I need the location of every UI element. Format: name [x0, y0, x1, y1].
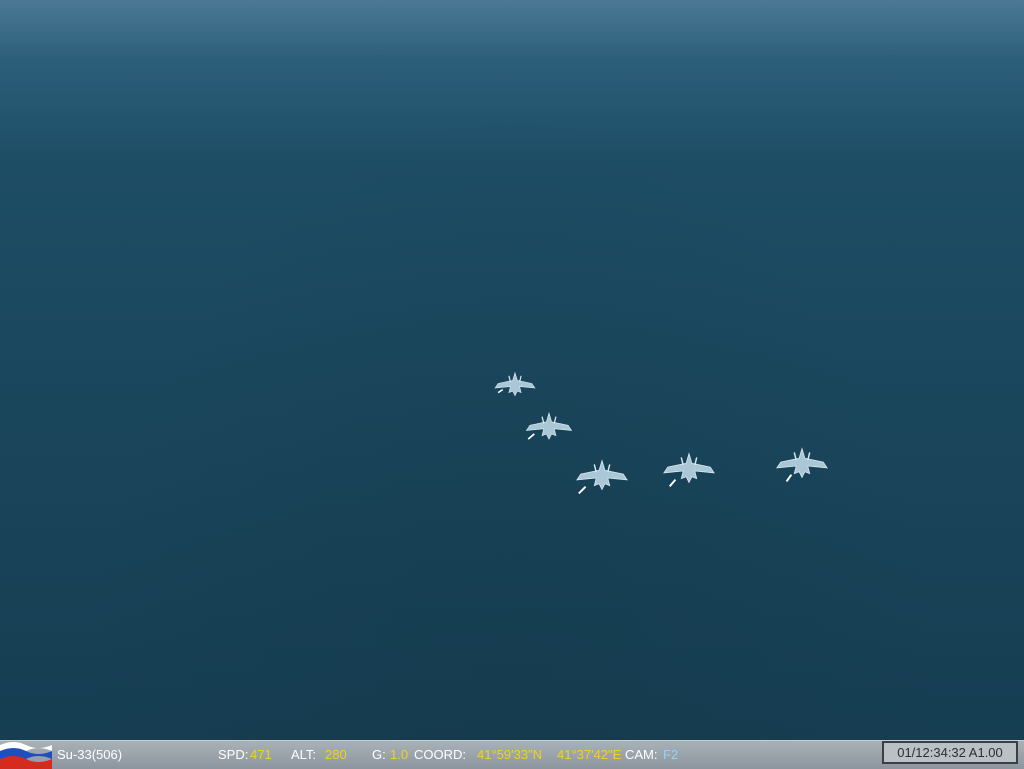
speed-value: 471	[250, 747, 272, 762]
russia-flag-icon	[0, 742, 52, 769]
coord-latitude: 41°59'33"N	[477, 747, 543, 762]
camera-value: F2	[663, 747, 679, 762]
jet-icon	[776, 447, 828, 482]
g-force-value: 1.0	[390, 747, 409, 762]
altitude-value: 280	[325, 747, 347, 762]
coord-longitude: 41°37'42"E	[557, 747, 622, 762]
hud-status-bar: Su-33(506) SPD: 471 ALT: 280 G: 1.0 COOR…	[0, 740, 1024, 769]
game-viewport[interactable]	[0, 0, 1024, 740]
jet-icon	[494, 371, 536, 397]
jet-icon	[525, 411, 573, 440]
aircraft-name: Su-33(506)	[57, 747, 123, 762]
coord-label: COORD:	[414, 747, 466, 762]
altitude-label: ALT:	[291, 747, 317, 762]
speed-label: SPD:	[218, 747, 249, 762]
g-force-label: G:	[372, 747, 386, 762]
jet-icon	[576, 459, 628, 495]
mission-time-display: 01/12:34:32 A1.00	[882, 741, 1018, 764]
camera-label: CAM:	[625, 747, 658, 762]
jet-icon	[663, 452, 715, 488]
